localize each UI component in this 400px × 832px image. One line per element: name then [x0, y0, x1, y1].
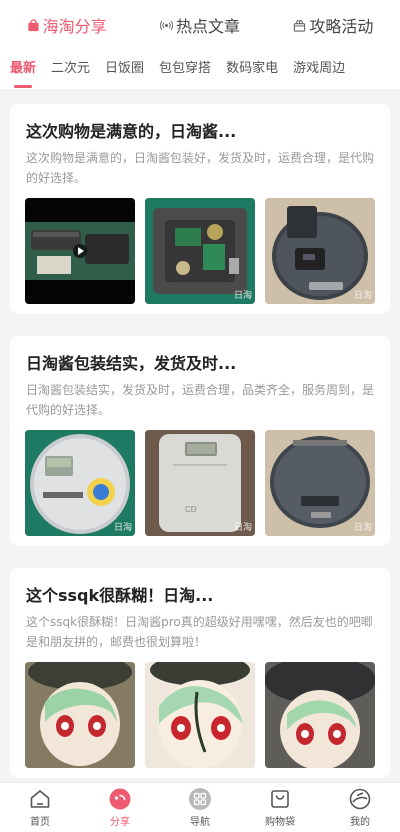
nav-label: 导航	[190, 817, 210, 828]
post-title: 这次购物是满意的，日淘酱...	[26, 122, 237, 141]
nav-share[interactable]: 分享	[90, 787, 150, 828]
tab-label: 热点文章	[175, 17, 240, 36]
category-tab-latest[interactable]: 最新	[10, 50, 36, 90]
post-description: 这次购物是满意的，日淘酱包装好，发货及时，运费合理，是代购的好选择。	[26, 151, 375, 185]
home-icon	[30, 790, 50, 808]
profile-icon	[349, 788, 371, 810]
broadcast-icon	[159, 20, 173, 30]
grid-icon	[189, 788, 211, 810]
image-watermark: 日淘	[353, 291, 372, 301]
post-image[interactable]	[265, 662, 375, 768]
bag-icon	[28, 18, 39, 31]
post-image[interactable]: 日淘	[265, 430, 375, 536]
nav-label: 首页	[30, 817, 50, 828]
post-image[interactable]	[25, 662, 135, 768]
image-watermark: 日淘	[233, 523, 252, 533]
post-card[interactable]: 这次购物是满意的，日淘酱... 这次购物是满意的，日淘酱包装好，发货及时，运费合…	[10, 104, 390, 314]
nav-profile[interactable]: 我的	[330, 787, 390, 828]
category-tab-bar: 最新 二次元 日饭圈 包包穿搭 数码家电 游戏周边	[0, 50, 400, 90]
post-card[interactable]: 这个ssqk很酥糊！日淘... 这个ssqk很酥糊！日淘酱pro真的超级好用嘿嘿…	[10, 568, 390, 778]
shopping-bag-icon	[271, 790, 289, 808]
post-image[interactable]: 日淘	[145, 198, 255, 304]
post-images: 日淘 日淘	[20, 198, 380, 304]
post-images	[20, 662, 380, 768]
post-card[interactable]: 日淘酱包装结实，发货及时... 日淘酱包装结实，发货及时，运费合理，品类齐全，服…	[10, 336, 390, 546]
image-watermark: 日淘	[353, 523, 372, 533]
post-images: 日淘 CD 日淘 日淘	[20, 430, 380, 536]
post-title: 这个ssqk很酥糊！日淘...	[26, 586, 214, 605]
nav-label: 我的	[350, 817, 370, 828]
tab-hot-articles[interactable]: 热点文章	[159, 13, 240, 37]
nav-shopping-bag[interactable]: 购物袋	[250, 787, 310, 828]
nav-navigation[interactable]: 导航	[170, 787, 230, 828]
post-image[interactable]: 日淘	[25, 430, 135, 536]
category-tab-game-merch[interactable]: 游戏周边	[293, 50, 345, 90]
category-tab-bags-outfits[interactable]: 包包穿搭	[159, 50, 211, 90]
post-description: 这个ssqk很酥糊！日淘酱pro真的超级好用嘿嘿，然后友也的吧唧是和朋友拼的，邮…	[26, 615, 373, 649]
svg-text:CD: CD	[185, 505, 197, 514]
post-image[interactable]	[25, 198, 135, 304]
nav-home[interactable]: 首页	[10, 787, 70, 828]
post-title: 日淘酱包装结实，发货及时...	[26, 354, 237, 373]
tab-haitao-share[interactable]: 海淘分享	[27, 13, 107, 37]
post-image[interactable]	[145, 662, 255, 768]
top-tab-bar: 海淘分享 热点文章 攻略活动	[0, 0, 400, 50]
gift-icon	[294, 19, 306, 32]
bottom-nav: 首页 分享 导航 购物袋 我的	[0, 782, 400, 832]
category-tab-fandom[interactable]: 日饭圈	[105, 50, 144, 90]
image-watermark: 日淘	[233, 291, 252, 301]
nav-label: 分享	[110, 817, 130, 828]
category-tab-electronics[interactable]: 数码家电	[226, 50, 278, 90]
post-feed: 这次购物是满意的，日淘酱... 这次购物是满意的，日淘酱包装好，发货及时，运费合…	[10, 104, 390, 800]
nav-label: 购物袋	[265, 817, 295, 828]
image-watermark: 日淘	[113, 523, 132, 533]
tab-label: 海淘分享	[42, 17, 107, 36]
tab-guides-events[interactable]: 攻略活动	[293, 13, 373, 37]
tab-label: 攻略活动	[309, 17, 374, 36]
post-image[interactable]: CD 日淘	[145, 430, 255, 536]
share-icon	[109, 788, 131, 810]
category-tab-anime[interactable]: 二次元	[51, 50, 90, 90]
post-description: 日淘酱包装结实，发货及时，运费合理，品类齐全，服务周到，是代购的好选择。	[26, 383, 375, 417]
post-image[interactable]: 日淘	[265, 198, 375, 304]
